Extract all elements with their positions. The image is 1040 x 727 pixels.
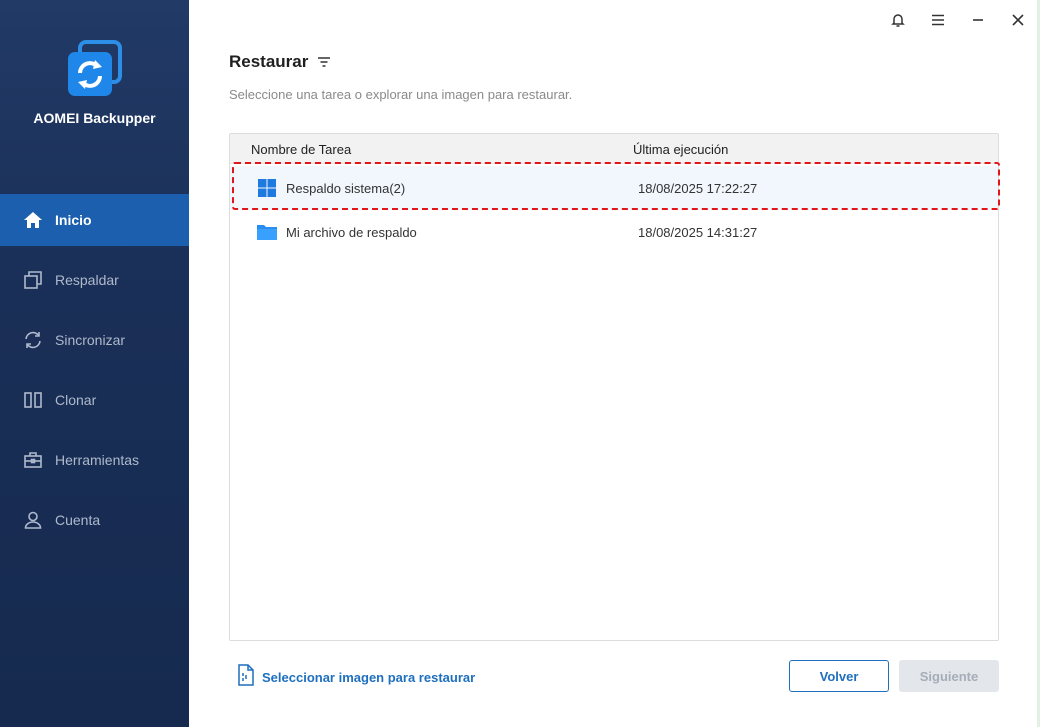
sidebar-item-herramientas[interactable]: Herramientas <box>0 434 189 486</box>
sidebar-item-label: Herramientas <box>55 452 140 468</box>
task-name-cell: Respaldo sistema(2) <box>256 166 405 210</box>
user-icon <box>22 509 44 531</box>
sidebar-item-inicio[interactable]: Inicio <box>0 194 189 246</box>
toolbox-icon <box>22 449 44 471</box>
page-header: Restaurar <box>229 52 332 72</box>
menu-icon[interactable] <box>926 8 950 32</box>
clone-icon <box>22 389 44 411</box>
sidebar-item-sincronizar[interactable]: Sincronizar <box>0 314 189 366</box>
minimize-icon[interactable] <box>966 8 990 32</box>
sidebar-item-label: Cuenta <box>55 512 101 528</box>
task-table: Nombre de Tarea Última ejecución Respald… <box>229 133 999 641</box>
task-name: Mi archivo de respaldo <box>286 224 417 240</box>
table-header: Nombre de Tarea Última ejecución <box>230 134 998 164</box>
select-image-link[interactable]: Seleccionar imagen para restaurar <box>236 664 475 691</box>
column-header-name[interactable]: Nombre de Tarea <box>251 142 351 157</box>
page-subtitle: Seleccione una tarea o explorar una imag… <box>229 87 573 102</box>
folder-icon <box>256 221 278 243</box>
next-button[interactable]: Siguiente <box>899 660 999 692</box>
backup-icon <box>22 269 44 291</box>
sidebar-item-label: Inicio <box>55 212 92 228</box>
sidebar-item-respaldar[interactable]: Respaldar <box>0 254 189 306</box>
sidebar-item-label: Sincronizar <box>55 332 126 348</box>
app-name: AOMEI Backupper <box>33 110 156 126</box>
file-image-icon <box>236 664 256 691</box>
home-icon <box>22 209 44 231</box>
select-image-label: Seleccionar imagen para restaurar <box>262 670 476 685</box>
task-name-cell: Mi archivo de respaldo <box>256 210 417 254</box>
task-date: 18/08/2025 17:22:27 <box>638 180 758 196</box>
back-button[interactable]: Volver <box>789 660 889 692</box>
close-icon[interactable] <box>1006 8 1030 32</box>
task-name: Respaldo sistema(2) <box>286 180 406 196</box>
sidebar-item-cuenta[interactable]: Cuenta <box>0 494 189 546</box>
aomei-logo-icon <box>66 40 124 98</box>
table-row[interactable]: Respaldo sistema(2) 18/08/2025 17:22:27 <box>230 166 998 210</box>
table-row[interactable]: Mi archivo de respaldo 18/08/2025 14:31:… <box>230 210 998 254</box>
sidebar-item-label: Clonar <box>55 392 97 408</box>
task-date: 18/08/2025 14:31:27 <box>638 224 758 240</box>
windows-icon <box>256 177 278 199</box>
sidebar: AOMEI Backupper Inicio Respaldar Sincron… <box>0 0 189 727</box>
sync-icon <box>22 329 44 351</box>
column-header-last-run[interactable]: Última ejecución <box>633 142 728 157</box>
page-title: Restaurar <box>229 52 309 71</box>
filter-icon[interactable] <box>316 54 332 70</box>
sidebar-item-clonar[interactable]: Clonar <box>0 374 189 426</box>
sidebar-item-label: Respaldar <box>55 272 119 288</box>
bell-icon[interactable] <box>886 8 910 32</box>
